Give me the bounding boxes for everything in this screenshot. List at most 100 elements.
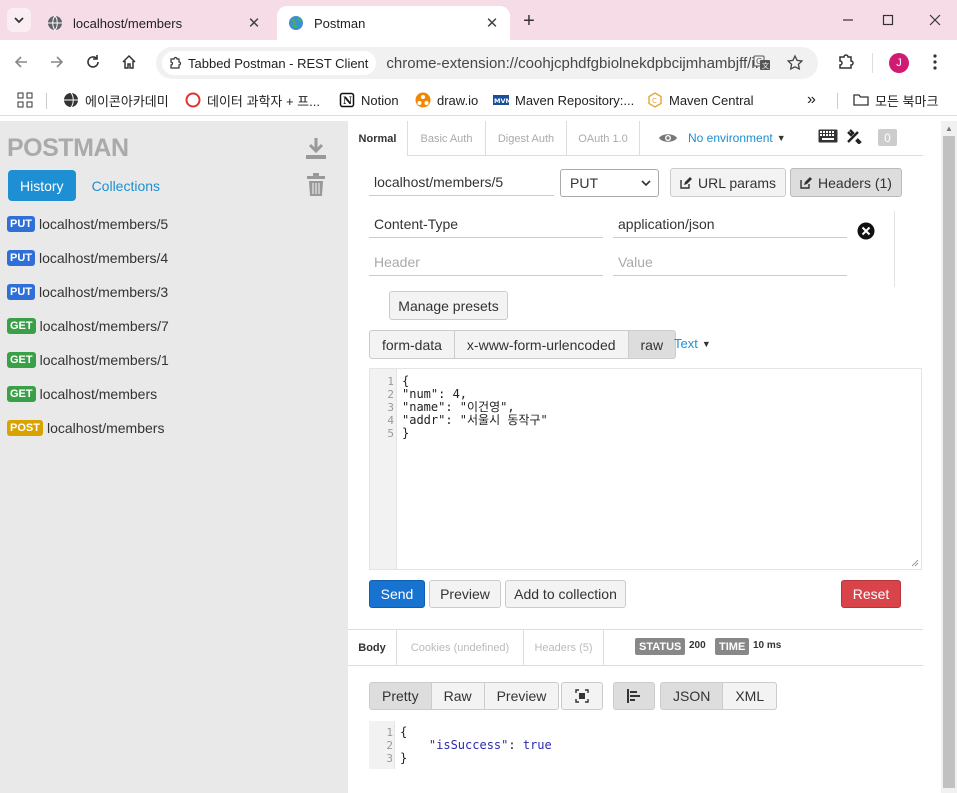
tab-history[interactable]: History [8, 170, 76, 201]
tab-body[interactable]: Body [348, 630, 397, 666]
list-item[interactable]: GET localhost/members/1 [7, 343, 169, 377]
minimize-button[interactable] [833, 8, 863, 32]
tab-normal[interactable]: Normal [348, 121, 408, 156]
site-chip-label: Tabbed Postman - REST Client [188, 55, 369, 71]
svg-text:N: N [343, 96, 352, 107]
sidebar: POSTMAN History Collections PUT localhost… [0, 121, 348, 793]
bookmark-item[interactable]: 데이터 과학자 + 프... [185, 90, 320, 110]
bookmark-label: Maven Repository:... [515, 92, 635, 108]
list-item[interactable]: GET localhost/members [7, 377, 169, 411]
drawio-icon [415, 92, 431, 108]
tab-raw-response[interactable]: Raw [430, 682, 485, 710]
scroll-up-icon[interactable]: ▲ [941, 121, 957, 135]
address-bar[interactable]: Tabbed Postman - REST Client chrome-exte… [156, 47, 818, 79]
fullscreen-button[interactable] [561, 682, 603, 710]
preview-button[interactable]: Preview [429, 580, 501, 608]
tab-response-headers[interactable]: Headers (5) [524, 630, 604, 666]
manage-presets-button[interactable]: Manage presets [389, 291, 508, 320]
download-icon[interactable] [305, 136, 327, 160]
folder-icon [853, 92, 869, 108]
tab-localhost-members[interactable]: localhost/members ✕ [36, 6, 272, 40]
home-button[interactable] [117, 50, 141, 74]
avatar[interactable]: J [889, 53, 909, 73]
bookmark-item[interactable]: C Maven Central [647, 90, 754, 110]
bookmark-item[interactable]: draw.io [415, 90, 478, 110]
tab-pretty[interactable]: Pretty [369, 682, 432, 710]
more-menu-button[interactable] [924, 51, 946, 73]
method-select[interactable]: PUT [560, 169, 659, 197]
tab-urlencoded[interactable]: x-www-form-urlencoded [453, 330, 629, 359]
tab-raw[interactable]: raw [627, 330, 677, 359]
tab-preview-response[interactable]: Preview [483, 682, 560, 710]
url-input[interactable]: localhost/members/5 [369, 169, 554, 196]
response-tabs: Body Cookies (undefined) Headers (5) STA… [348, 629, 923, 666]
url-params-label: URL params [697, 174, 777, 191]
maximize-button[interactable] [873, 8, 903, 32]
list-item[interactable]: POST localhost/members [7, 411, 169, 445]
bookmark-item[interactable]: MVN Maven Repository:... [493, 90, 634, 110]
header-key-input[interactable]: Content-Type [369, 210, 603, 238]
tab-collections[interactable]: Collections [80, 170, 172, 201]
environment-label: No environment [688, 131, 773, 145]
back-button[interactable] [9, 50, 33, 74]
environment-selector[interactable]: No environment ▼ [658, 131, 786, 145]
list-item[interactable]: PUT localhost/members/4 [7, 241, 169, 275]
new-header-value-input[interactable]: Value [613, 248, 847, 276]
add-to-collection-button[interactable]: Add to collection [505, 580, 626, 608]
apps-button[interactable] [17, 90, 33, 110]
site-info-chip[interactable]: Tabbed Postman - REST Client [162, 51, 377, 75]
list-item[interactable]: GET localhost/members/7 [7, 309, 169, 343]
history-url: localhost/members [46, 420, 165, 436]
translate-icon[interactable]: G文 [753, 54, 771, 72]
tab-form-data[interactable]: form-data [369, 330, 455, 359]
new-header-key-input[interactable]: Header [369, 248, 603, 276]
wrap-button[interactable] [613, 682, 655, 710]
notion-icon: N [339, 92, 355, 108]
tab-cookies[interactable]: Cookies (undefined) [397, 630, 524, 666]
tab-postman[interactable]: Postman ✕ [277, 6, 510, 40]
bookmark-item[interactable]: 에이콘아카데미 [63, 90, 169, 110]
tab-json[interactable]: JSON [660, 682, 724, 710]
tab-basic-auth[interactable]: Basic Auth [408, 121, 486, 156]
method-badge: GET [7, 386, 36, 402]
list-item[interactable]: PUT localhost/members/3 [7, 275, 169, 309]
close-icon [929, 14, 941, 26]
all-bookmarks-folder[interactable]: 모든 북마크 [853, 90, 938, 110]
tab-xml[interactable]: XML [722, 682, 778, 710]
apps-grid-icon [17, 92, 33, 108]
bookmark-label: 모든 북마크 [875, 93, 939, 109]
history-url: localhost/members/3 [39, 284, 169, 300]
tab-oauth[interactable]: OAuth 1.0 [567, 121, 640, 156]
send-button[interactable]: Send [369, 580, 425, 608]
wrench-icon[interactable] [846, 128, 862, 147]
resize-grip-icon[interactable] [911, 559, 919, 567]
bookmarks-bar: 에이콘아카데미 데이터 과학자 + 프... N Notion draw.io … [0, 84, 957, 116]
bookmark-item[interactable]: N Notion [339, 90, 399, 110]
body-type-dropdown[interactable]: Text ▼ [674, 336, 711, 351]
list-item[interactable]: PUT localhost/members/5 [7, 207, 169, 241]
reload-button[interactable] [81, 50, 105, 74]
body-editor[interactable]: 12345 {"num": 4, "name": "이건영", "addr": "서… [369, 368, 922, 570]
history-url: localhost/members/7 [39, 318, 169, 334]
header-value-input[interactable]: application/json [613, 210, 847, 238]
tab-search-button[interactable] [7, 8, 31, 32]
extensions-button[interactable] [835, 51, 857, 73]
trash-icon[interactable] [305, 173, 327, 197]
remove-header-icon[interactable] [857, 222, 875, 243]
window-close-button[interactable] [920, 8, 950, 32]
more-bookmarks-button[interactable]: » [807, 90, 816, 110]
close-icon[interactable]: ✕ [244, 13, 264, 33]
forward-button[interactable] [45, 50, 69, 74]
toolbar-divider [872, 53, 873, 73]
keyboard-icon[interactable] [818, 129, 838, 146]
line-number: 3 [386, 752, 393, 765]
reset-button[interactable]: Reset [841, 580, 901, 608]
headers-button[interactable]: Headers (1) [790, 168, 902, 197]
url-params-button[interactable]: URL params [670, 168, 786, 197]
scroll-thumb[interactable] [943, 136, 955, 788]
star-icon[interactable] [786, 54, 804, 72]
new-tab-button[interactable]: + [518, 10, 540, 32]
browser-tabstrip: localhost/members ✕ Postman ✕ + [0, 0, 957, 40]
close-icon[interactable]: ✕ [482, 13, 502, 33]
tab-digest-auth[interactable]: Digest Auth [486, 121, 567, 156]
